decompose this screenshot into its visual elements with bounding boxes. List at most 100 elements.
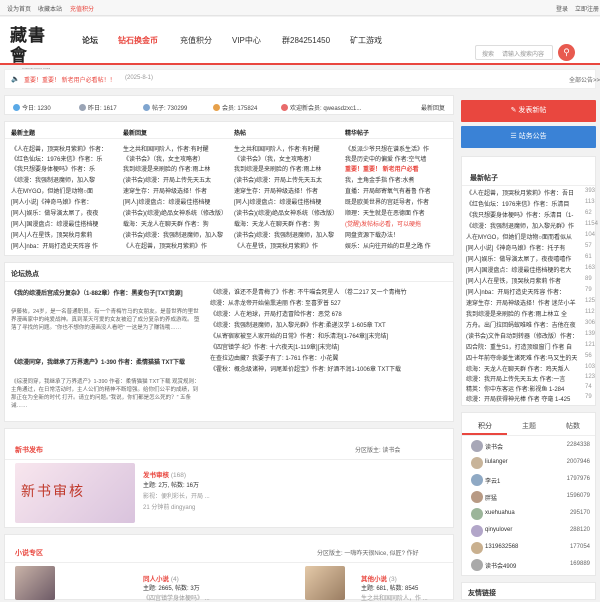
list-item[interactable]: 娱乐：从向往开始的巨星之路 作 <box>345 241 449 250</box>
list-item[interactable]: (读书会)文件自动到转器（修改版）作者： <box>466 331 581 340</box>
nav-miner-game[interactable]: 矿工游戏 <box>350 35 382 46</box>
forum-cover-image[interactable] <box>305 566 345 600</box>
list-item[interactable]: 载海：天龙人在聊天群 作者：狗 <box>123 219 227 228</box>
announcement-link[interactable]: 重要！重要！ 新老用户必看帖！！ <box>24 75 116 84</box>
list-item[interactable]: (读书会)(综漫)绝品女神系统（修改版） <box>123 208 227 217</box>
forum-name[interactable]: 同人小说 (4) <box>143 573 179 583</box>
list-item[interactable]: 《综漫：我强制退魔师，加入黎光群》作 <box>466 221 581 230</box>
list-item[interactable]: [同人]娱乐：做导演太屌了，夜夜 <box>11 208 115 217</box>
ranking-row[interactable]: 李云1 1797976 <box>461 472 596 489</box>
list-item[interactable]: 综海：天龙人在聊天群 作者：鸡天叛人 <box>466 364 581 373</box>
list-item[interactable]: 《综漫：我强制退魔师，加入黎 <box>11 175 115 184</box>
list-item[interactable]: [同人]国漫盘点：综漫最佳搭档梗的老大 <box>466 265 581 274</box>
list-item[interactable]: 我，主角金手指 作者:水煮 <box>345 175 449 184</box>
site-announcement-button[interactable]: ☰ 站务公告 <box>461 126 596 148</box>
hot-topic-title[interactable]: 《我的综漫后宫成分复杂》（1-882章）作者：黑麦包子[TXT资源] <box>11 290 201 298</box>
forum-cover-image[interactable] <box>15 566 55 600</box>
list-item[interactable]: [同人]人在星铁，顶哭秋月紫莉 <box>11 230 115 239</box>
tab-topics[interactable]: 主题 <box>522 421 536 431</box>
list-item[interactable]: 重要！重要！ 新老用户必看 <box>345 164 449 173</box>
list-item[interactable]: 人在MYGO，但她们是动物○面 <box>11 186 115 195</box>
forum-name[interactable]: 其他小说 (3) <box>361 573 397 583</box>
list-item[interactable]: [同人]娱乐：做导演太屌了，夜夜嘻嘻作 <box>466 254 581 263</box>
hot-list-item[interactable]: 《综漫：我强制退魔师，加入黎光群》作者:柔递汉学 1-605章 TXT <box>210 320 448 329</box>
list-item[interactable]: (读书会)综漫：开局上传先天五太 <box>234 175 338 184</box>
list-item[interactable]: 四合院：重生51，打造顶级窗门 作者 自 <box>466 342 581 351</box>
list-item[interactable]: 《红色仙坛：1976来信》作者：乐清目 <box>466 199 581 208</box>
list-item[interactable]: [同人小说]《神奇马娘》作者：托子有 <box>466 243 581 252</box>
list-item[interactable]: (读书会)综漫：我强制退魔师，加入黎 <box>123 230 227 239</box>
list-item[interactable]: 《读书会》（我，女主攻略者） <box>234 154 338 163</box>
ranking-row[interactable]: qinyulover 288120 <box>461 523 596 540</box>
search-box[interactable]: 搜索 请输入搜索内容 <box>475 45 553 60</box>
list-item[interactable]: [同人]nba：开局打造史天阵容 作者： <box>466 287 581 296</box>
list-item[interactable]: 精英：你中东客运 作者:影视鱼 1-284 <box>466 384 581 393</box>
ranking-row[interactable]: 胖猛 1596079 <box>461 489 596 506</box>
list-item[interactable]: 速穿生存：开局神级选择！作者 <box>123 186 227 195</box>
hot-list-item[interactable]: 《综漫，谁还不是青梅了》作者: 不牛喵会死星人 （卷二217 又一个青梅竹 <box>210 287 448 296</box>
recharge-link[interactable]: 充值积分 <box>70 4 94 13</box>
book-cover-image[interactable]: 新书审核 <box>15 463 135 523</box>
list-item[interactable]: 网盘资源下载办法！ <box>345 230 449 239</box>
ranking-row[interactable]: 读书会4909 169889 <box>461 557 596 574</box>
list-item[interactable]: 我到综漫是来刷脸的 作者:雨上林 <box>234 164 338 173</box>
login-link[interactable]: 登录 <box>556 4 568 13</box>
list-item[interactable]: (读书会)综漫：开局上传先天五太 <box>123 175 227 184</box>
list-item[interactable]: 我是历史中的偏爱 作者:空气墙 <box>345 154 449 163</box>
hot-list-item[interactable]: 《霍秋：概念级诸神，词尾差价超宝》作者: 好酒不润1-1006章 TXT下载 <box>210 364 448 373</box>
ranking-row[interactable]: xuehuahua 295170 <box>461 506 596 523</box>
list-item[interactable]: 既是欧美世界的宫廷导者，作者 <box>345 197 449 206</box>
hot-topic-title[interactable]: 《综漫同穿，我继承了万界遗产》1-390 作者：柔情猫猫 TXT下载 <box>11 359 201 367</box>
nav-recharge[interactable]: 充值积分 <box>180 35 212 46</box>
list-item[interactable]: 综漫：我开局上传先天五太 作者:一言 <box>466 374 581 383</box>
list-item[interactable]: [同人]人在星铁，顶哭秋月紫莉 作者 <box>466 276 581 285</box>
list-item[interactable]: 《人在超兽，顶哭秋月紫莉》作者：吾日 <box>466 188 581 197</box>
forum-name[interactable]: 发书审核 (168) <box>143 469 186 479</box>
site-logo[interactable]: 藏書會 CANGSHUHUI.COM <box>10 26 62 71</box>
list-item[interactable]: 生之共和国同阶人，作者:有时醒 <box>234 144 338 153</box>
tab-points[interactable]: 积分 <box>478 421 492 431</box>
forum-description[interactable]: 影视：便利彩长，开局 ... <box>143 491 210 500</box>
list-item[interactable]: (读书会)综漫：我强制退魔师，加入黎 <box>234 230 338 239</box>
list-item[interactable]: (读书会)(综漫)绝品女神系统（修改版） <box>234 208 338 217</box>
nav-vip[interactable]: VIP中心 <box>232 35 261 46</box>
list-item[interactable]: 我到综漫是来刷脸的 作者:雨上林 <box>123 164 227 173</box>
register-link[interactable]: 立即注册 <box>575 4 599 13</box>
nav-qq-group[interactable]: 群284251450 <box>282 35 330 46</box>
search-icon[interactable]: ⚲ <box>558 44 575 61</box>
list-item[interactable]: 《红色仙坛：1976来信》作者：乐 <box>11 154 115 163</box>
bookmark-link[interactable]: 收藏本站 <box>38 4 62 13</box>
list-item[interactable]: [同人]国漫盘点：综漫最佳搭档梗 <box>11 219 115 228</box>
list-item[interactable]: 载海：天龙人在聊天群 作者：狗 <box>234 219 338 228</box>
list-item[interactable]: 人在MYGO，但她们是动物○面而看似从 <box>466 232 581 241</box>
list-item[interactable]: 《人在超兽，顶哭秋月紫莉》作者： <box>11 144 115 153</box>
set-homepage-link[interactable]: 设为首页 <box>7 4 31 13</box>
hot-list-item[interactable]: 《从寄宿家被至人家开始的日常》作者：和乐清泡[1-764章][末完结] <box>210 331 448 340</box>
list-item[interactable]: 《我只想要身体梗吗》作者：乐 <box>11 164 115 173</box>
new-post-button[interactable]: ✎ 发表新帖 <box>461 100 596 122</box>
list-item[interactable]: 《反派少爷只想在谱系生活》作 <box>345 144 449 153</box>
search-input[interactable]: 请输入搜索内容 <box>502 49 544 58</box>
hot-list-item[interactable]: 《综漫：人在地球，开局打造冒险作者：恶党 678 <box>210 309 448 318</box>
list-item[interactable]: 顺理：天生就是在恶德面 作者 <box>345 208 449 217</box>
ranking-row[interactable]: 1319632568 177054 <box>461 540 596 557</box>
list-item[interactable]: [同人]nba：开局打造史天阵容 作 <box>11 241 115 250</box>
latest-replies-link[interactable]: 最新回复 <box>421 103 445 112</box>
list-item[interactable]: (觉醒)发帖标必看，可以硬拖 <box>345 219 449 228</box>
list-item[interactable]: 四十年前夺命姜生诸死难 作者:马又生的天 <box>466 353 581 362</box>
list-item[interactable]: 速穿生存：开局神级选择！作者 <box>234 186 338 195</box>
ranking-row[interactable]: 读书会 2284338 <box>461 438 596 455</box>
list-item[interactable]: 综漫：开局获得神光棒 作者 夺毫 1-425 <box>466 394 581 403</box>
list-item[interactable]: 《读书会》（我，女主攻略者） <box>123 154 227 163</box>
list-item[interactable]: 《人在超兽，顶哭秋月紫莉》作 <box>123 241 227 250</box>
tab-posts[interactable]: 帖数 <box>566 421 580 431</box>
nav-diamond-exchange[interactable]: 钻石换金币 <box>118 35 158 46</box>
list-item[interactable]: 方舟。出门拉回蚂蚁唯唯 作者：吉他在夜 <box>466 320 581 329</box>
forum-description[interactable]: 《四宫镇学身体梗吗》 ... <box>143 593 210 602</box>
all-announcements-link[interactable]: 全部公告>> <box>569 75 600 84</box>
list-item[interactable]: [同人小说]《神奇马娘》作者： <box>11 197 115 206</box>
forum-description[interactable]: 生之共和国同阶人，作 ... <box>361 593 428 602</box>
hot-list-item[interactable]: 《四宫镇学·纪》作者: 十六夜天[1-119章][末完结] <box>210 342 448 351</box>
list-item[interactable]: [同人]综漫盘点：综漫最佳搭档梗 <box>123 197 227 206</box>
welcome-new-member[interactable]: 欢迎新会员: qweasdzxc1... <box>290 106 361 112</box>
